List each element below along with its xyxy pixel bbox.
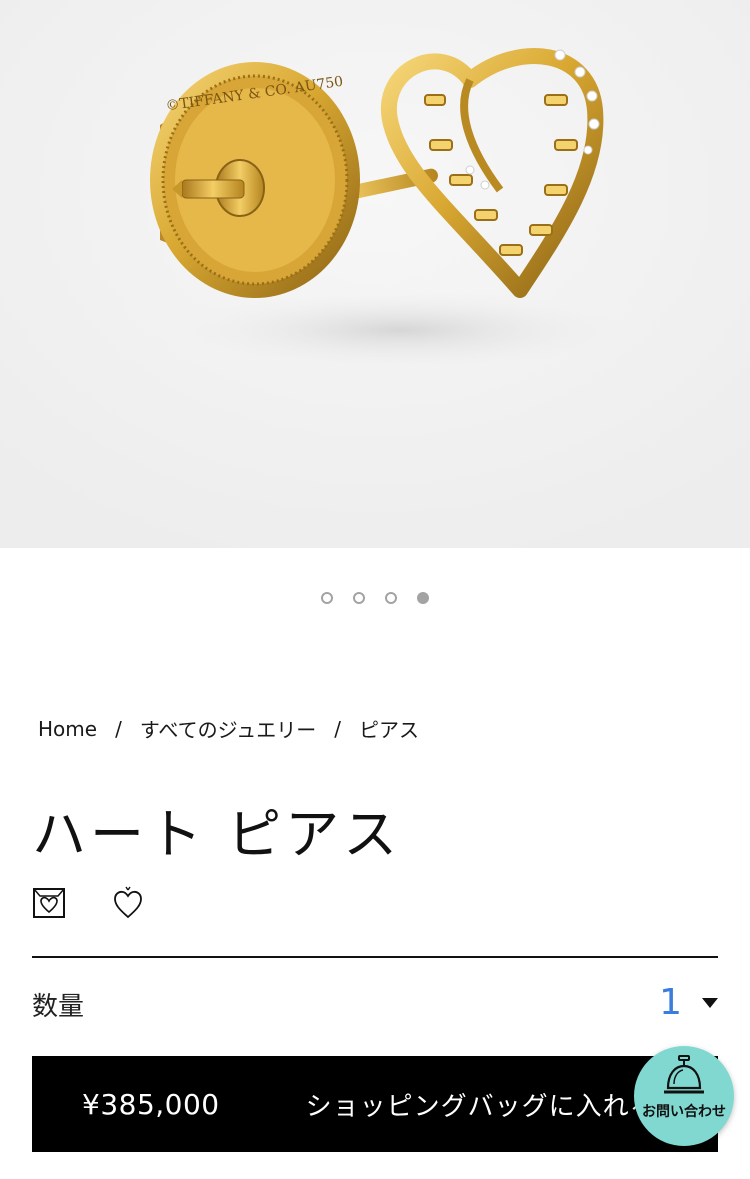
quantity-label: 数量 [32, 992, 85, 1022]
gift-box-heart-icon[interactable] [32, 886, 66, 924]
contact-us-button[interactable]: お問い合わせ [634, 1046, 734, 1146]
breadcrumb-separator: / [334, 716, 341, 741]
carousel-dot-1[interactable] [321, 592, 333, 604]
breadcrumb-current[interactable]: ピアス [359, 714, 419, 743]
add-to-bag-label[interactable]: ショッピングバッグに入れる [306, 1086, 657, 1123]
breadcrumb-all-jewelry-link[interactable]: すべてのジュエリー [140, 714, 316, 743]
carousel-dot-2[interactable] [353, 592, 365, 604]
service-bell-icon [664, 1055, 704, 1094]
carousel-dot-3[interactable] [385, 592, 397, 604]
earring-back: ©TIFFANY & CO. AU750 [150, 62, 360, 298]
add-to-bag-button[interactable]: ¥385,000 ショッピングバッグに入れる [32, 1056, 718, 1152]
product-image[interactable]: ©TIFFANY & CO. AU750 [0, 0, 750, 548]
breadcrumb-home-link[interactable]: Home [38, 717, 97, 741]
contact-us-label: お問い合わせ [642, 1104, 726, 1120]
carousel-dot-4-active[interactable] [417, 592, 429, 604]
quantity-value[interactable]: 1 [659, 982, 682, 1023]
caret-down-icon[interactable] [702, 997, 718, 1008]
carousel-dots [0, 592, 750, 604]
breadcrumb: Home / すべてのジュエリー / ピアス [38, 714, 419, 743]
product-title: ハート ピアス [32, 803, 402, 866]
heart-favorite-icon[interactable] [112, 886, 144, 924]
breadcrumb-separator: / [115, 716, 122, 741]
divider [32, 956, 718, 958]
product-price: ¥385,000 [82, 1087, 220, 1121]
quantity-select[interactable]: 1 [659, 982, 718, 1023]
earring-illustration: ©TIFFANY & CO. AU750 [0, 0, 750, 548]
